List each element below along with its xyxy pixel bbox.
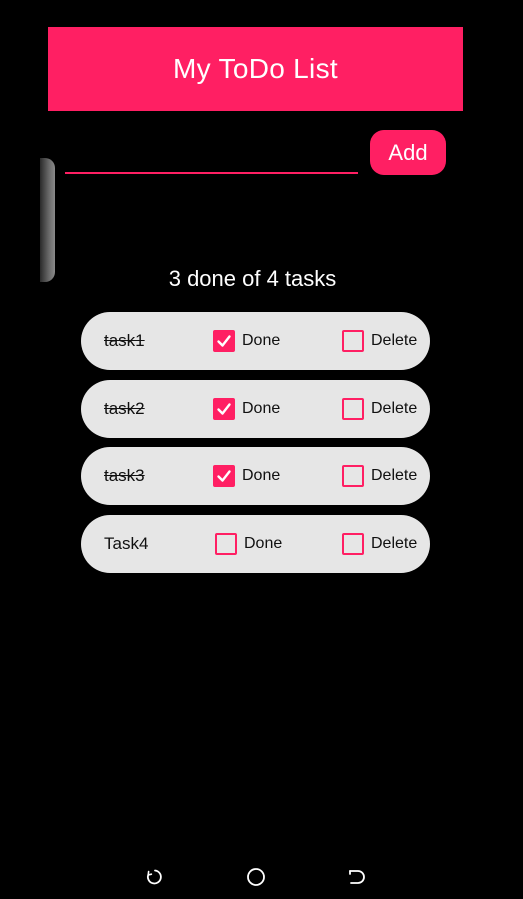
home-icon[interactable] xyxy=(246,867,266,887)
task-name: task2 xyxy=(104,398,145,418)
done-toggle[interactable]: Done xyxy=(213,447,280,505)
delete-label: Delete xyxy=(371,467,418,484)
task-list: task1 Done Delete task2 Done Delete task… xyxy=(81,312,430,582)
task-row: task2 Done Delete xyxy=(81,379,430,438)
done-checkbox[interactable] xyxy=(213,465,235,487)
check-icon xyxy=(217,402,231,415)
add-button[interactable]: Add xyxy=(370,130,446,175)
done-checkbox[interactable] xyxy=(215,532,237,555)
back-icon[interactable] xyxy=(347,867,365,887)
done-checkbox[interactable] xyxy=(213,397,235,420)
delete-toggle[interactable]: Delete xyxy=(342,515,417,573)
edge-panel-handle[interactable] xyxy=(40,158,55,282)
done-toggle[interactable]: Done xyxy=(213,312,280,370)
recents-icon[interactable] xyxy=(145,867,163,887)
page-title: My ToDo List xyxy=(173,53,338,84)
delete-checkbox[interactable] xyxy=(342,532,364,555)
task-name: Task4 xyxy=(104,533,149,553)
task-name: task1 xyxy=(104,331,145,350)
task-name: task3 xyxy=(104,466,145,485)
delete-label: Delete xyxy=(371,332,418,349)
app-screen: My ToDo List Add 3 done of 4 tasks task1… xyxy=(0,0,523,899)
delete-checkbox[interactable] xyxy=(342,465,364,487)
done-label: Done xyxy=(242,467,281,484)
delete-checkbox[interactable] xyxy=(342,330,364,352)
done-checkbox[interactable] xyxy=(213,330,235,352)
done-label: Done xyxy=(244,534,283,552)
done-toggle[interactable]: Done xyxy=(213,380,280,438)
task-row: task1 Done Delete xyxy=(81,312,430,370)
system-nav-bar xyxy=(0,855,523,899)
task-row: task3 Done Delete xyxy=(81,447,430,505)
delete-toggle[interactable]: Delete xyxy=(342,312,417,370)
delete-label: Delete xyxy=(371,534,418,552)
done-label: Done xyxy=(242,332,281,349)
task-summary: 3 done of 4 tasks xyxy=(168,266,337,291)
delete-toggle[interactable]: Delete xyxy=(342,380,417,438)
app-header: My ToDo List xyxy=(48,27,463,111)
delete-checkbox[interactable] xyxy=(342,397,364,420)
done-label: Done xyxy=(242,399,281,417)
delete-label: Delete xyxy=(371,399,418,417)
delete-toggle[interactable]: Delete xyxy=(342,447,417,505)
task-input[interactable] xyxy=(65,138,358,174)
task-row: Task4 Done Delete xyxy=(81,514,430,573)
done-toggle[interactable]: Done xyxy=(215,515,282,573)
check-icon xyxy=(217,335,231,347)
check-icon xyxy=(217,470,231,482)
